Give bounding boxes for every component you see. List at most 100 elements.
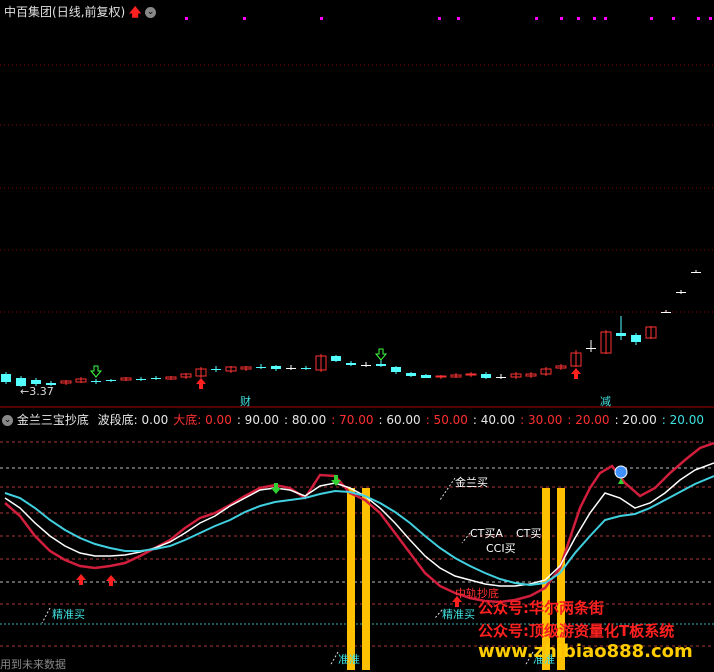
candle-body-31	[465, 373, 477, 376]
line-white	[4, 462, 714, 587]
candle-body-45	[676, 292, 686, 293]
pointer-line-0	[439, 477, 456, 501]
candle-43	[645, 326, 657, 339]
candle-body-9	[136, 379, 146, 380]
candle-44	[661, 310, 671, 313]
candle-46	[691, 270, 701, 273]
candle-19	[286, 365, 296, 370]
candle-31	[465, 372, 477, 377]
ind-up-arrow-1	[106, 575, 116, 586]
up-arrow-icon: 🡅	[129, 5, 142, 19]
candle-body-19	[286, 368, 296, 369]
candle-40	[600, 330, 612, 354]
candle-36	[540, 367, 552, 376]
watermark-line3: www.zhibiao888.com	[478, 641, 693, 662]
jinlan-buy-label: 金兰买	[455, 476, 488, 489]
candle-23	[346, 361, 356, 366]
magenta-dot-6	[560, 17, 563, 20]
ct-buy-a-label: CT买A	[470, 527, 503, 540]
indicator-grid	[0, 441, 714, 647]
pointer-line-2	[434, 609, 443, 619]
candle-body-2	[31, 380, 41, 384]
precise-buy-right-label: 精准买	[442, 608, 475, 621]
candle-10	[151, 376, 161, 380]
candle-9	[136, 377, 146, 381]
indicator-value-1: 大底: 0.00	[173, 413, 232, 427]
candle-16	[240, 366, 252, 371]
candle-8	[120, 377, 132, 381]
candle-27	[406, 372, 416, 377]
candle-body-28	[421, 375, 431, 378]
candle-body-23	[346, 363, 356, 365]
marker-jian: 减	[600, 395, 611, 408]
main-down-arrow-0	[89, 365, 103, 378]
candle-12	[180, 373, 192, 379]
candle-6	[91, 379, 101, 384]
candle-body-41	[616, 333, 626, 336]
signal-bar-0	[347, 488, 355, 670]
candle-32	[481, 372, 491, 379]
signal-bar-1	[362, 488, 370, 670]
candle-34	[510, 372, 522, 379]
candle-body-24	[361, 365, 371, 366]
candle-28	[421, 374, 431, 378]
chevron-down-icon[interactable]: ⌄	[2, 415, 13, 426]
candle-body-6	[91, 381, 101, 382]
magenta-dot-3	[438, 17, 441, 20]
candle-body-44	[661, 312, 671, 313]
magenta-dot-10	[650, 17, 653, 20]
candle-body-17	[256, 367, 266, 368]
candle-30	[450, 373, 462, 378]
candle-29	[435, 375, 447, 379]
ind-up-arrow-0	[76, 574, 86, 585]
candle-38	[570, 350, 582, 367]
candle-20	[301, 366, 311, 370]
magenta-dot-7	[577, 17, 580, 20]
candle-21	[315, 354, 327, 372]
candle-35	[525, 372, 537, 378]
indicator-value-9: : 20.00	[567, 413, 610, 427]
candle-body-7	[106, 380, 116, 381]
candle-22	[331, 355, 341, 362]
candle-18	[271, 365, 281, 371]
candle-body-32	[481, 374, 491, 378]
magenta-dot-2	[320, 17, 323, 20]
magenta-dot-1	[243, 17, 246, 20]
magenta-dot-8	[593, 17, 596, 20]
main-down-arrow-1	[374, 348, 388, 361]
candle-body-20	[301, 368, 311, 369]
candle-body-46	[691, 272, 701, 273]
candle-33	[496, 374, 506, 379]
candle-25	[376, 360, 386, 367]
candle-body-14	[211, 369, 221, 370]
candle-body-18	[271, 366, 281, 369]
magenta-dot-9	[604, 17, 607, 20]
candle-7	[106, 379, 116, 382]
candle-17	[256, 364, 266, 369]
candle-body-42	[631, 335, 641, 342]
candle-body-26	[391, 367, 401, 372]
candle-39	[586, 340, 596, 352]
candle-body-0	[1, 374, 11, 382]
chevron-down-icon[interactable]: ⌄	[145, 7, 157, 18]
candle-body-22	[331, 356, 341, 361]
price-grid	[0, 64, 714, 313]
watermark-line2: 公众号:顶级游资量化T板系统	[478, 622, 675, 640]
candle-body-25	[376, 364, 386, 366]
candle-13	[195, 367, 207, 378]
magenta-dot-5	[535, 17, 538, 20]
accurate-label-1: 准准	[338, 653, 360, 666]
candle-body-10	[151, 378, 161, 379]
candle-5	[75, 377, 87, 383]
pointer-line-1	[461, 532, 471, 544]
indicator-value-11: : 20.00	[661, 413, 705, 427]
candle-body-33	[496, 377, 506, 378]
indicator-value-7: : 40.00	[472, 413, 516, 427]
indicator-value-2: : 90.00	[236, 413, 280, 427]
candle-body-27	[406, 373, 416, 376]
price-chart[interactable]	[0, 0, 714, 408]
stock-name: 中百集团	[4, 5, 53, 19]
chart-title: 中百集团(日线,前复权) 🡅 ⌄	[4, 3, 157, 24]
magenta-dot-0	[185, 17, 188, 20]
candle-11	[165, 376, 177, 380]
